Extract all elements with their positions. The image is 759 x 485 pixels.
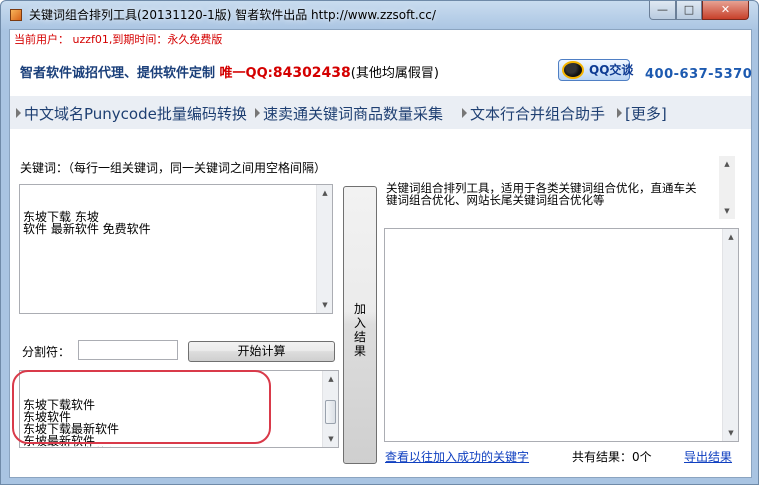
nav-item-aliexpress[interactable]: 速卖通关键词商品数量采集: [255, 103, 443, 124]
nav-item-label: 文本行合并组合助手: [470, 105, 606, 123]
scroll-up-icon[interactable]: ▲: [323, 371, 338, 387]
triangle-right-icon: [462, 108, 467, 118]
scroll-down-icon[interactable]: ▼: [723, 425, 738, 441]
nav-item-punycode[interactable]: 中文域名Punycode批量编码转换: [16, 103, 247, 124]
results-scrollbar[interactable]: ▲ ▼: [322, 371, 338, 447]
triangle-right-icon: [16, 108, 21, 118]
scroll-down-icon[interactable]: ▼: [317, 297, 332, 313]
scroll-down-icon[interactable]: ▼: [323, 431, 338, 447]
promo-rest-text: (其他均属假冒): [350, 66, 439, 81]
total-results-text: 共有结果：0个: [572, 450, 652, 464]
scroll-down-icon[interactable]: ▼: [719, 203, 735, 219]
qq-penguin-icon: [562, 61, 584, 79]
start-calc-button[interactable]: 开始计算: [188, 341, 335, 362]
promo-qq-label: 唯一QQ:: [219, 66, 273, 81]
nav-item-label: 中文域名Punycode批量编码转换: [24, 105, 247, 123]
keywords-textarea[interactable]: 东坡下载 东坡 软件 最新软件 免费软件 ▲ ▼: [19, 184, 333, 314]
scroll-up-icon[interactable]: ▲: [719, 156, 735, 172]
description-text-box: 关键词组合排列工具，适用于各类关键词组合优化，直通车关 键词组合优化、网站长尾关…: [383, 156, 735, 219]
nav-item-label: 速卖通关键词商品数量采集: [263, 105, 444, 123]
description-text: 关键词组合排列工具，适用于各类关键词组合优化，直通车关 键词组合优化、网站长尾关…: [386, 181, 697, 207]
history-keywords-link[interactable]: 查看以往加入成功的关键字: [385, 448, 529, 465]
keywords-scrollbar[interactable]: ▲ ▼: [316, 185, 332, 313]
maximize-button[interactable]: □: [676, 1, 702, 20]
app-icon: [10, 9, 22, 21]
window-title: 关键词组合排列工具(20131120-1版) 智者软件出品 http://www…: [29, 8, 436, 22]
keyword-label: 关键词：（每行一组关键词，同一关键词之间用空格间隔）: [20, 161, 327, 175]
promo-qq-number: 84302438: [272, 65, 351, 81]
separator-input[interactable]: [78, 340, 178, 360]
triangle-right-icon: [617, 108, 622, 118]
current-user-text: 当前用户： uzzf01,到期时间：永久免费版: [14, 33, 223, 46]
export-results-link[interactable]: 导出结果: [684, 448, 732, 465]
phone-number: 400-637-5370: [645, 67, 753, 82]
highlight-oval: [12, 370, 271, 444]
triangle-right-icon: [255, 108, 260, 118]
add-result-button[interactable]: 加 入 结 果: [343, 186, 377, 464]
nav-item-label: [更多]: [625, 105, 667, 123]
separator-label: 分割符：: [22, 345, 71, 359]
scroll-up-icon[interactable]: ▲: [723, 229, 738, 245]
qq-chat-button[interactable]: QQ交谈: [558, 59, 634, 81]
nav-item-more[interactable]: [更多]: [617, 103, 667, 124]
result-output-scrollbar[interactable]: ▲ ▼: [722, 229, 738, 441]
app-window: 关键词组合排列工具(20131120-1版) 智者软件出品 http://www…: [0, 0, 759, 485]
minimize-button[interactable]: —: [649, 1, 676, 20]
scroll-thumb[interactable]: [325, 400, 336, 424]
nav-bar: 中文域名Punycode批量编码转换 速卖通关键词商品数量采集 文本行合并组合助…: [10, 96, 751, 129]
keywords-text: 东坡下载 东坡 软件 最新软件 免费软件: [23, 210, 151, 236]
result-output-textarea[interactable]: ▲ ▼: [384, 228, 739, 442]
client-area: 当前用户： uzzf01,到期时间：永久免费版 智者软件诚招代理、提供软件定制 …: [9, 29, 752, 478]
close-button[interactable]: ✕: [702, 1, 749, 20]
promo-banner: 智者软件诚招代理、提供软件定制 唯一QQ:84302438(其他均属假冒): [20, 62, 439, 81]
promo-main-text: 智者软件诚招代理、提供软件定制: [20, 66, 220, 81]
title-bar[interactable]: 关键词组合排列工具(20131120-1版) 智者软件出品 http://www…: [1, 1, 758, 29]
nav-item-text-merge[interactable]: 文本行合并组合助手: [462, 103, 605, 124]
description-scrollbar[interactable]: ▲ ▼: [719, 156, 735, 219]
scroll-up-icon[interactable]: ▲: [317, 185, 332, 201]
qq-chat-label: QQ交谈: [589, 63, 634, 77]
